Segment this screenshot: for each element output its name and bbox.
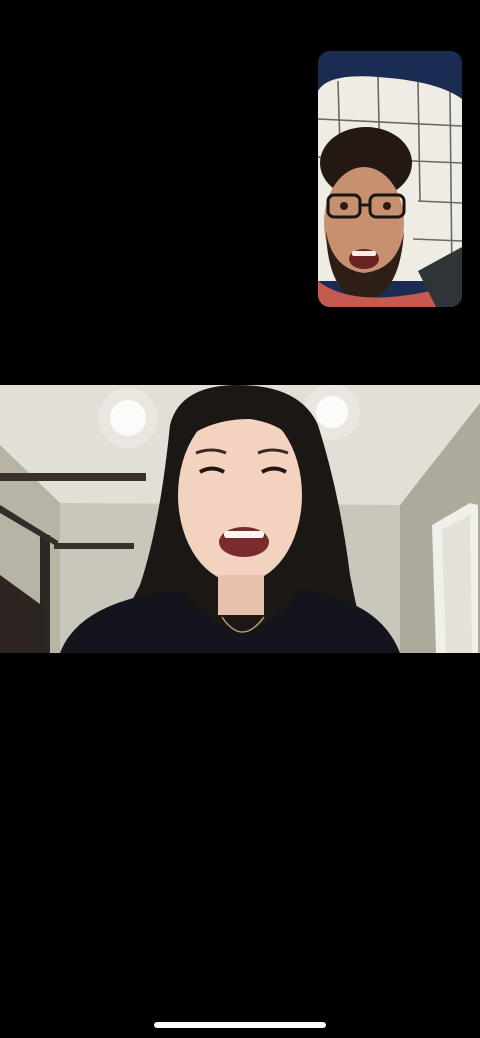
self-view-image bbox=[318, 51, 462, 307]
self-view-video[interactable] bbox=[318, 51, 462, 307]
remote-participant-image bbox=[0, 385, 480, 653]
remote-participant-video[interactable] bbox=[0, 385, 480, 653]
facetime-call-screen bbox=[0, 0, 480, 1038]
home-indicator[interactable] bbox=[154, 1022, 326, 1028]
